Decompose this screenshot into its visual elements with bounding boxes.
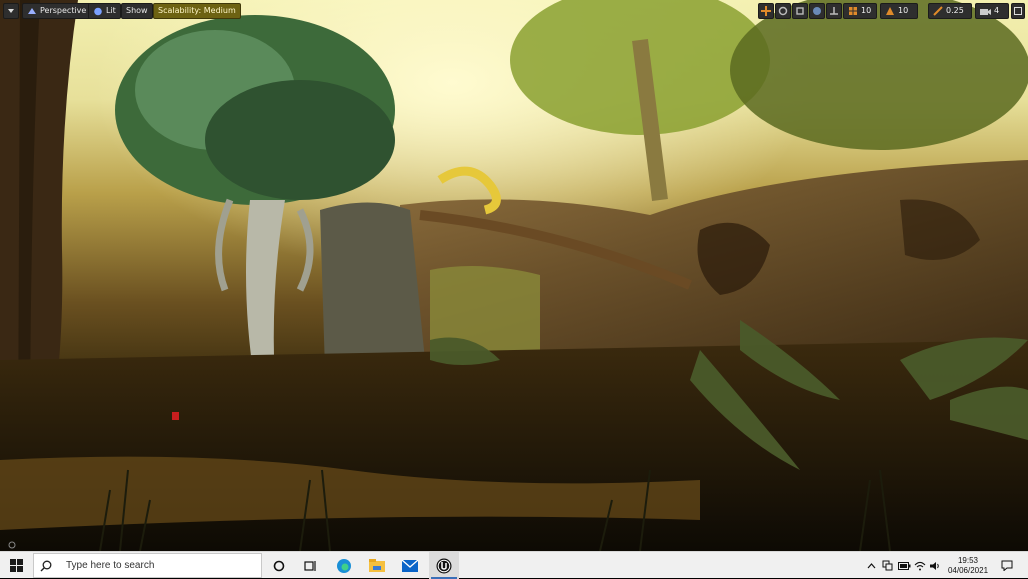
grid-snap-button[interactable]: 10 bbox=[843, 3, 877, 19]
scalability-warning-badge[interactable]: Scalability: Medium bbox=[153, 3, 241, 19]
chevron-down-icon bbox=[8, 9, 14, 13]
scalability-label: Scalability: Medium bbox=[158, 6, 236, 15]
scale-snap-button[interactable]: 0.25 bbox=[928, 3, 972, 19]
show-flags-button[interactable]: Show bbox=[121, 3, 153, 19]
camera-speed-button[interactable]: 4 bbox=[975, 3, 1009, 19]
tray-clock[interactable]: 19:53 04/06/2021 bbox=[948, 552, 988, 579]
cortana-button[interactable] bbox=[266, 552, 292, 579]
show-flags-label: Show bbox=[126, 6, 148, 15]
chevron-up-icon bbox=[867, 562, 875, 568]
network-icon bbox=[882, 560, 892, 571]
move-arrows-icon bbox=[761, 6, 771, 16]
axis-gizmo bbox=[7, 535, 17, 549]
view-mode-button[interactable]: Perspective bbox=[22, 3, 92, 19]
clock-time: 19:53 bbox=[957, 555, 979, 565]
wifi-icon bbox=[914, 561, 926, 570]
edge-icon bbox=[337, 558, 351, 573]
scale-box-icon bbox=[796, 7, 804, 15]
tray-network-button[interactable] bbox=[880, 552, 894, 579]
action-center-button[interactable] bbox=[996, 552, 1018, 579]
maximize-viewport-button[interactable] bbox=[1011, 3, 1025, 19]
taskbar-edge[interactable] bbox=[330, 552, 358, 579]
viewport-options-dropdown[interactable] bbox=[3, 3, 19, 19]
axis-gizmo-icon bbox=[8, 541, 16, 549]
search-icon bbox=[40, 560, 52, 571]
clock-date: 04/06/2021 bbox=[947, 565, 989, 575]
lighting-mode-label: Lit bbox=[106, 6, 116, 15]
notification-icon bbox=[1001, 560, 1013, 571]
camera-icon bbox=[980, 8, 991, 15]
rotate-tool-button[interactable] bbox=[775, 3, 791, 19]
cortana-circle-icon bbox=[273, 560, 285, 571]
show-hidden-icons-button[interactable] bbox=[864, 552, 878, 579]
scale-tool-button[interactable] bbox=[792, 3, 808, 19]
scale-snap-value: 0.25 bbox=[946, 6, 964, 15]
search-input[interactable] bbox=[62, 560, 256, 571]
rotate-icon bbox=[778, 6, 788, 16]
surface-snap-toggle[interactable] bbox=[826, 3, 842, 19]
taskbar-search-box[interactable] bbox=[33, 553, 262, 578]
unreal-engine-icon bbox=[436, 558, 452, 573]
file-explorer-icon bbox=[369, 559, 385, 572]
rotation-snap-value: 10 bbox=[898, 6, 909, 15]
taskbar-unreal-editor[interactable] bbox=[429, 552, 459, 579]
taskbar-mail[interactable] bbox=[396, 552, 424, 579]
view-mode-label: Perspective bbox=[40, 6, 87, 15]
maximize-icon bbox=[1014, 7, 1022, 15]
grid-snap-icon bbox=[849, 7, 857, 15]
tray-wifi-button[interactable] bbox=[913, 552, 927, 579]
battery-icon bbox=[897, 561, 910, 570]
world-local-toggle[interactable] bbox=[809, 3, 825, 19]
perspective-icon bbox=[28, 8, 36, 14]
camera-speed-value: 4 bbox=[994, 6, 1000, 15]
translate-tool-button[interactable] bbox=[758, 3, 774, 19]
start-button[interactable] bbox=[0, 552, 33, 579]
taskbar-file-explorer[interactable] bbox=[363, 552, 391, 579]
task-view-button[interactable] bbox=[298, 552, 324, 579]
level-viewport[interactable]: Perspective Lit Show Scalability: Medium… bbox=[0, 0, 1028, 551]
surface-snap-icon bbox=[830, 7, 838, 15]
lit-sphere-icon bbox=[94, 7, 102, 15]
angle-snap-icon bbox=[886, 7, 894, 15]
rotation-snap-button[interactable]: 10 bbox=[880, 3, 918, 19]
mail-icon bbox=[402, 559, 418, 572]
globe-icon bbox=[813, 7, 821, 15]
tray-volume-button[interactable] bbox=[928, 552, 942, 579]
lighting-mode-button[interactable]: Lit bbox=[88, 3, 121, 19]
tray-battery-button[interactable] bbox=[896, 552, 912, 579]
windows-taskbar: 19:53 04/06/2021 bbox=[0, 551, 1028, 579]
volume-icon bbox=[930, 561, 939, 570]
grid-snap-value: 10 bbox=[861, 6, 872, 15]
scale-snap-icon bbox=[933, 6, 943, 16]
task-view-icon bbox=[304, 560, 316, 571]
windows-logo-icon bbox=[10, 559, 23, 572]
jungle-scene-render bbox=[0, 0, 1028, 551]
